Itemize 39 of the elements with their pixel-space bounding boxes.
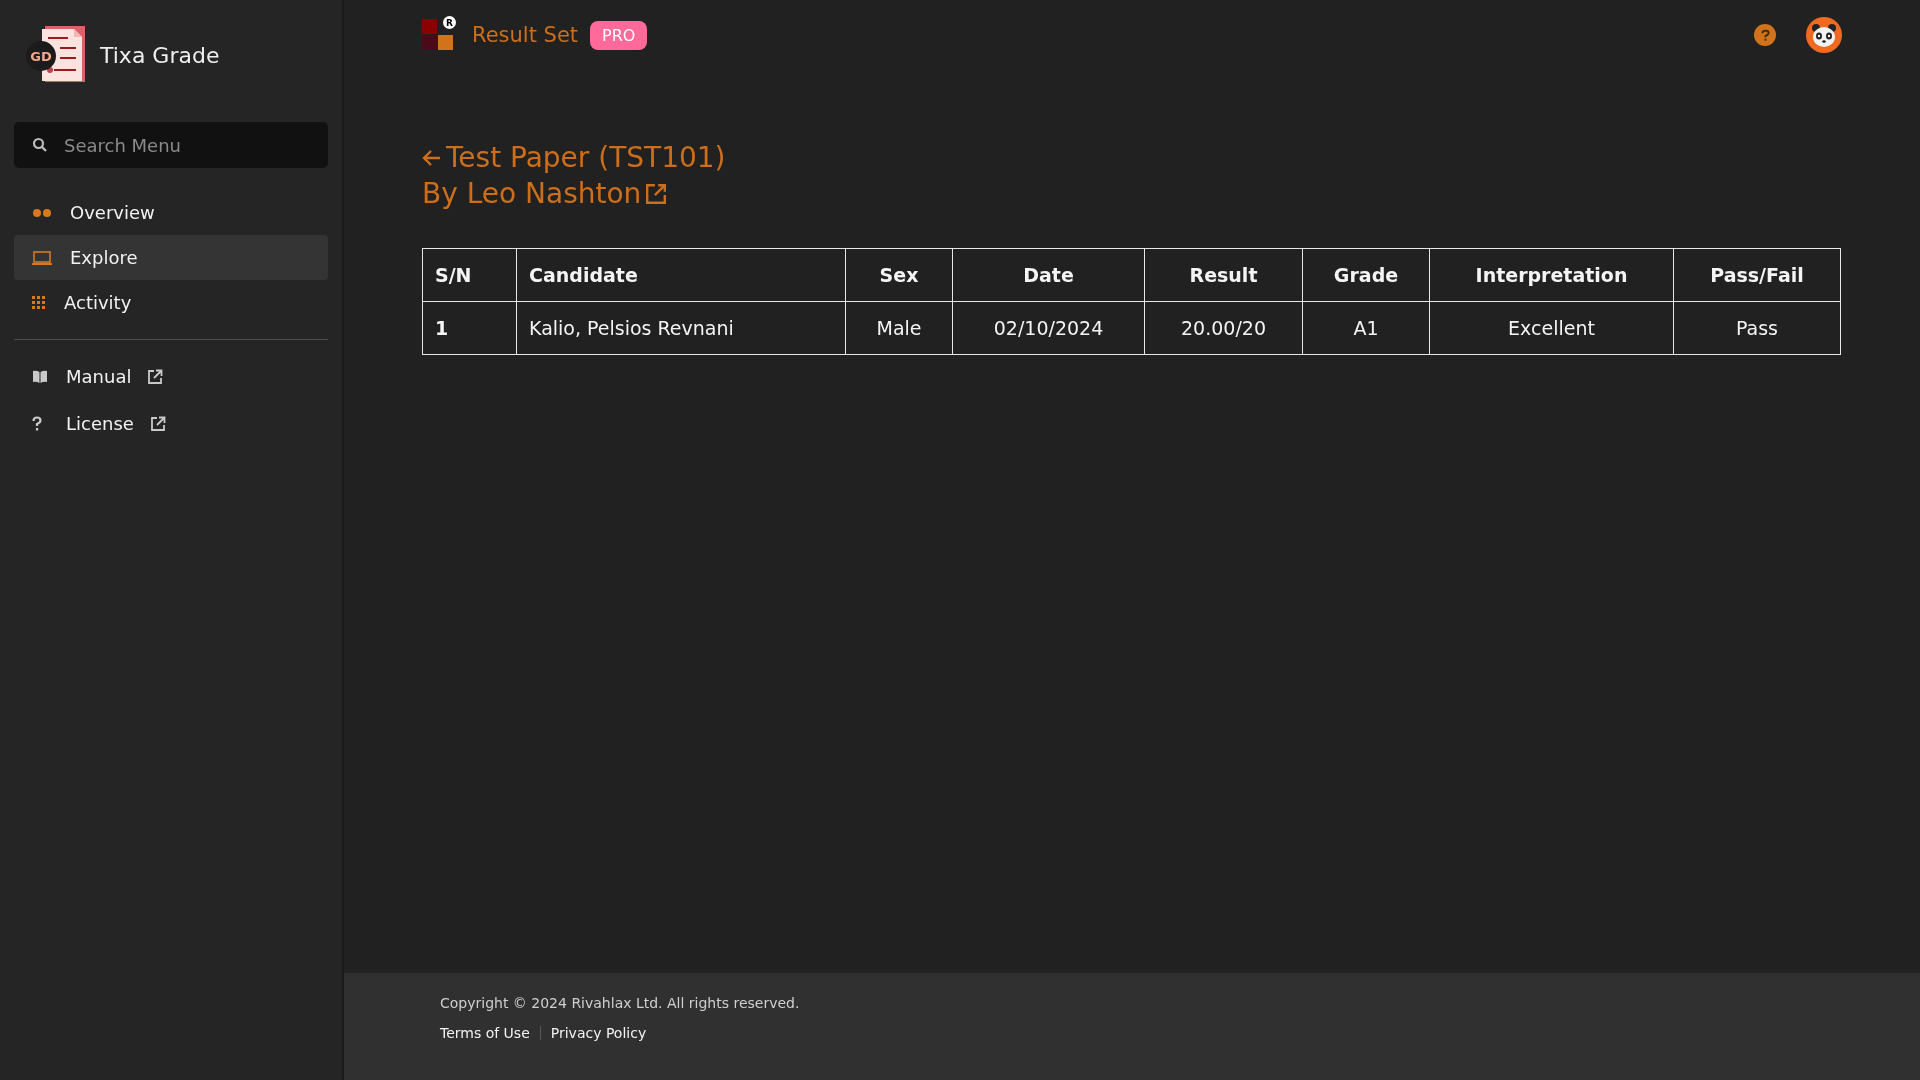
column-header: Result	[1144, 248, 1303, 302]
sidebar-item[interactable]: Explore	[14, 235, 328, 280]
book-icon	[32, 369, 48, 384]
column-header: Grade	[1302, 248, 1430, 302]
table-cell: Excellent	[1429, 301, 1674, 355]
footer-link[interactable]: Privacy Policy	[550, 1025, 647, 1041]
help-icon[interactable]	[1754, 24, 1776, 46]
laptop-icon	[32, 250, 52, 265]
sidebar-item[interactable]: Activity	[14, 280, 328, 325]
table-cell: A1	[1302, 301, 1430, 355]
sidebar-item[interactable]: Overview	[14, 190, 328, 235]
app-name: Tixa Grade	[100, 42, 220, 68]
back-arrow-icon	[422, 148, 442, 168]
column-header: Date	[952, 248, 1145, 302]
copyright-text: Copyright © 2024 Rivahlax Ltd. All rights reserved.	[440, 995, 801, 1011]
column-header: Candidate	[516, 248, 846, 302]
avatar-icon[interactable]	[1806, 17, 1842, 53]
table-cell: Male	[845, 301, 953, 355]
table-cell: 20.00/20	[1144, 301, 1303, 355]
table-cell: 02/10/2024	[952, 301, 1145, 355]
pro-badge: PRO	[590, 20, 648, 50]
author-link[interactable]: By Leo Nashton	[422, 176, 668, 212]
column-header: Sex	[845, 248, 953, 302]
table-cell: Pass	[1673, 301, 1841, 355]
table-cell: 1	[422, 301, 517, 355]
sidebar-link[interactable]: Manual	[14, 354, 328, 399]
sidebar-link[interactable]: License	[14, 401, 328, 446]
dots-icon	[32, 207, 52, 218]
column-header: Interpretation	[1429, 248, 1674, 302]
page-title: Result Set	[472, 23, 579, 47]
grid-icon	[32, 295, 46, 310]
column-header: S/N	[422, 248, 517, 302]
column-header: Pass/Fail	[1673, 248, 1841, 302]
footer-link[interactable]: Terms of Use	[440, 1025, 530, 1041]
table-cell: Kalio, Pelsios Revnani	[516, 301, 846, 355]
search-field[interactable]: Search Menu	[14, 122, 328, 168]
back-link[interactable]: Test Paper (TST101)	[422, 140, 726, 176]
search-icon	[32, 137, 48, 153]
external-link-icon	[645, 183, 668, 205]
